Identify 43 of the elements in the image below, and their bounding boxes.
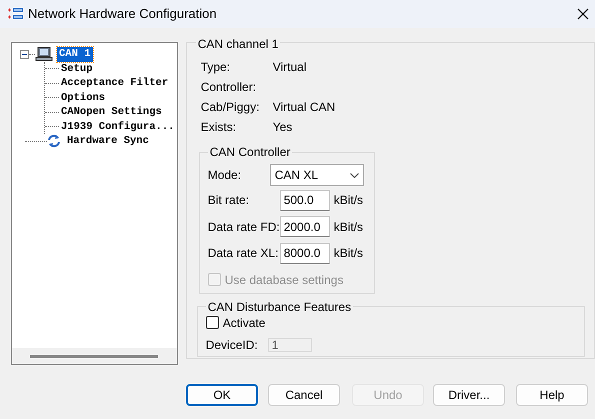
field-value: Virtual (272, 59, 306, 76)
field-value: Virtual CAN (272, 99, 336, 116)
dialog-button[interactable]: Help (516, 384, 588, 406)
unit-label: kBit/s (334, 245, 364, 262)
tree-item[interactable]: J1939 Configura... (59, 120, 176, 134)
app-icon (8, 7, 24, 21)
field-label: DeviceID: (206, 336, 259, 354)
window-title: Network Hardware Configuration (28, 5, 217, 24)
checkbox[interactable] (206, 316, 219, 329)
field-label: Type: (200, 59, 232, 76)
dialog-button[interactable]: Cancel (268, 384, 340, 406)
dialog-button[interactable]: Driver... (433, 384, 505, 406)
tree-item[interactable]: Setup (59, 62, 95, 76)
field-label: Bit rate: (208, 192, 250, 210)
dialog-button[interactable]: OK (186, 384, 258, 406)
scrollbar-thumb[interactable] (30, 354, 158, 358)
field-label: Data rate FD: (208, 218, 280, 236)
collapse-toggle[interactable] (20, 50, 29, 59)
tree-item[interactable]: CAN 1 (57, 47, 93, 62)
tree-item[interactable]: CANopen Settings (59, 105, 164, 120)
close-button[interactable] (577, 8, 589, 20)
unit-label: kBit/s (334, 192, 364, 210)
sync-icon (47, 134, 61, 148)
field-label: Mode: (208, 167, 242, 184)
mode-dropdown[interactable]: CAN XL (270, 164, 364, 186)
chevron-down-icon (350, 172, 359, 178)
text-field[interactable]: 500.0 (280, 190, 330, 211)
tree-item[interactable]: Hardware Sync (65, 134, 151, 148)
group-title: CAN Disturbance Features (206, 300, 352, 314)
computer-icon (35, 47, 53, 62)
group-title: CAN Controller (208, 145, 292, 159)
text-field[interactable]: 2000.0 (280, 216, 330, 238)
unit-label: kBit/s (334, 218, 364, 236)
tree-item[interactable]: Acceptance Filter (59, 76, 170, 90)
field-label: Controller: (200, 79, 258, 96)
checkbox-label: Activate (222, 314, 266, 332)
field-label: Exists: (200, 119, 238, 136)
field-label: Data rate XL: (208, 245, 280, 262)
field-value: Yes (272, 119, 292, 136)
field-label: Cab/Piggy: (200, 99, 260, 116)
text-field[interactable]: 8000.0 (280, 242, 330, 264)
checkbox-label: Use database settings (224, 272, 344, 288)
tree-item[interactable]: Options (59, 90, 108, 105)
